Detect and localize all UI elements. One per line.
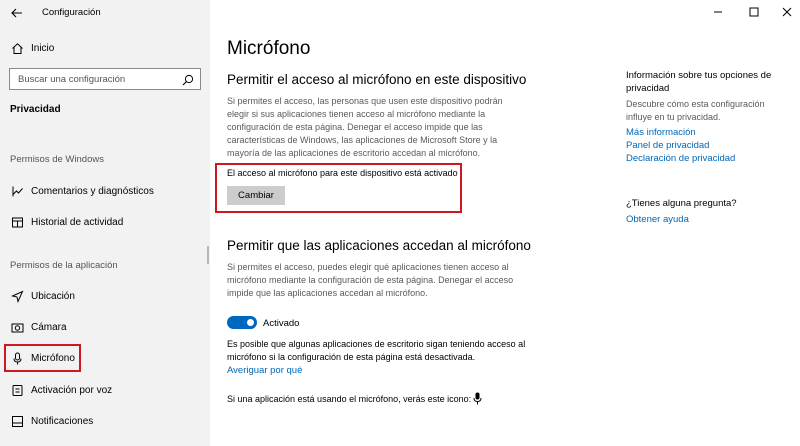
feedback-icon <box>10 184 24 198</box>
section1-heading: Permitir el acceso al micrófono en este … <box>227 72 527 87</box>
sidebar-item-label: Inicio <box>31 42 55 54</box>
sidebar-item-voice-activation[interactable]: Activación por voz <box>0 376 210 404</box>
sidebar-item-label: Ubicación <box>31 290 75 302</box>
main-content: Micrófono Permitir el acceso al micrófon… <box>210 0 800 446</box>
sidebar-item-feedback[interactable]: Comentarios y diagnósticos <box>0 177 210 205</box>
camera-icon <box>10 320 24 334</box>
section-title: Privacidad <box>10 104 61 115</box>
activity-history-icon <box>10 215 24 229</box>
sidebar-item-label: Historial de actividad <box>31 216 124 228</box>
group-title-windows-permissions: Permisos de Windows <box>10 154 104 165</box>
group-title-app-permissions: Permisos de la aplicación <box>10 260 118 271</box>
search-input[interactable] <box>10 69 180 89</box>
sidebar-item-label: Cámara <box>31 321 67 333</box>
voice-activation-icon <box>10 383 24 397</box>
mic-in-use-text: Si una aplicación está usando el micrófo… <box>227 394 472 404</box>
toggle-label: Activado <box>263 318 300 329</box>
notifications-icon <box>10 414 24 428</box>
section2-description: Si permites el acceso, puedes elegir qué… <box>227 262 514 298</box>
app-title: Configuración <box>42 7 101 18</box>
sidebar-item-home[interactable]: Inicio <box>0 34 210 62</box>
page-title: Micrófono <box>227 38 311 59</box>
section1-description: Si permites el acceso, las personas que … <box>227 96 503 158</box>
sidebar-item-camera[interactable]: Cámara <box>0 313 210 341</box>
location-icon <box>10 289 24 303</box>
back-button[interactable] <box>8 4 26 22</box>
change-button[interactable]: Cambiar <box>227 186 285 205</box>
search-box[interactable] <box>9 68 201 90</box>
desktop-apps-note: Es posible que algunas aplicaciones de e… <box>227 339 526 362</box>
sidebar-item-label: Activación por voz <box>31 384 113 396</box>
sidebar-item-notifications[interactable]: Notificaciones <box>0 407 210 435</box>
microphone-in-use-icon <box>473 392 482 405</box>
sidebar: Configuración Inicio Privacidad Permisos… <box>0 0 210 446</box>
device-access-status: El acceso al micrófono para este disposi… <box>227 168 458 178</box>
section2-heading: Permitir que las aplicaciones accedan al… <box>227 238 531 253</box>
privacy-info-description: Descubre cómo esta configuración influye… <box>626 99 765 122</box>
sidebar-scrollbar[interactable] <box>207 246 209 264</box>
sidebar-item-label: Comentarios y diagnósticos <box>31 185 154 197</box>
highlight-box-microphone <box>4 344 81 372</box>
help-question: ¿Tienes alguna pregunta? <box>626 198 737 209</box>
apps-access-toggle[interactable] <box>227 316 257 329</box>
privacy-dashboard-link[interactable]: Panel de privacidad <box>626 140 709 151</box>
privacy-info-title: Información sobre tus opciones de privac… <box>626 70 772 94</box>
back-arrow-icon <box>11 8 22 18</box>
more-info-link[interactable]: Más información <box>626 127 696 138</box>
sidebar-item-label: Notificaciones <box>31 415 94 427</box>
sidebar-item-activity-history[interactable]: Historial de actividad <box>0 208 210 236</box>
sidebar-item-location[interactable]: Ubicación <box>0 282 210 310</box>
get-help-link[interactable]: Obtener ayuda <box>626 214 689 225</box>
privacy-statement-link[interactable]: Declaración de privacidad <box>626 153 735 164</box>
title-bar: Configuración <box>0 0 210 26</box>
toggle-knob <box>247 319 254 326</box>
find-out-why-link[interactable]: Averiguar por qué <box>227 365 302 376</box>
home-icon <box>10 41 24 55</box>
search-icon[interactable] <box>182 73 194 86</box>
